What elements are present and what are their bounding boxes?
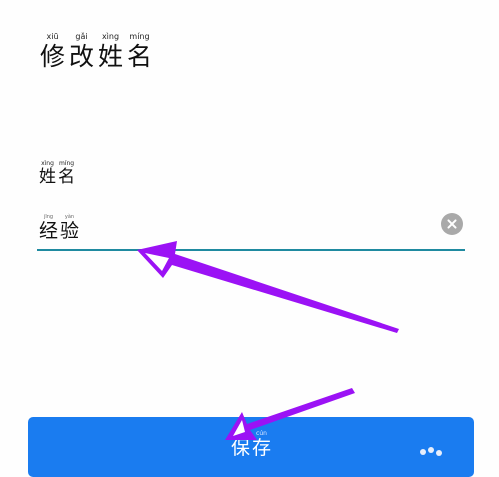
save-char: cún 存	[251, 431, 272, 458]
hanzi: 姓	[97, 42, 123, 71]
hanzi: 名	[58, 167, 75, 187]
title-char: xìng 姓	[96, 32, 125, 71]
hanzi: 经	[38, 220, 58, 242]
hanzi: 改	[68, 42, 94, 71]
hanzi: 修	[39, 42, 65, 71]
hanzi: 验	[59, 220, 79, 242]
save-button-label: bǎo 保 cún 存	[230, 431, 272, 458]
hanzi: 保	[230, 437, 250, 459]
value-char: jīng 经	[38, 215, 59, 241]
arrow-to-input	[137, 241, 399, 333]
save-char: bǎo 保	[230, 431, 251, 458]
hanzi: 姓	[39, 167, 56, 187]
title-char: gǎi 改	[67, 32, 96, 71]
label-char: xìng 姓	[38, 161, 57, 186]
title-char: míng 名	[125, 32, 154, 71]
name-field-label: xìng 姓 míng 名	[38, 161, 76, 186]
hanzi: 存	[251, 437, 271, 459]
clear-icon[interactable]	[441, 213, 463, 235]
value-char: yàn 验	[59, 215, 80, 241]
pinyin: xiū	[46, 32, 59, 41]
input-underline	[37, 249, 465, 251]
pinyin: míng	[129, 32, 150, 41]
pinyin: xìng	[101, 32, 120, 41]
page-title: xiū 修 gǎi 改 xìng 姓 míng 名	[38, 32, 154, 71]
hanzi: 名	[126, 42, 152, 71]
pinyin: gǎi	[75, 32, 88, 41]
name-input[interactable]: jīng 经 yàn 验	[38, 215, 80, 241]
title-char: xiū 修	[38, 32, 67, 71]
label-char: míng 名	[57, 161, 76, 186]
